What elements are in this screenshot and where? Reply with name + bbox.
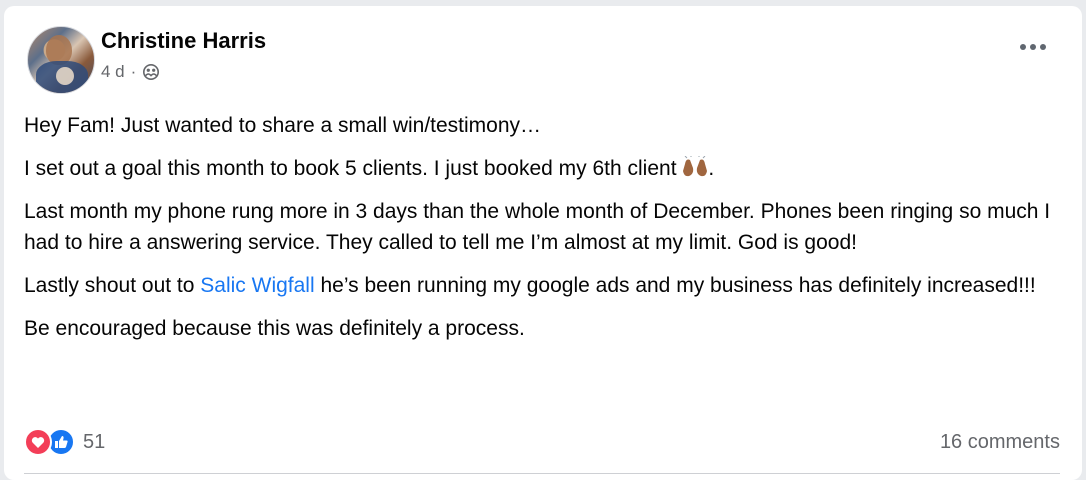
post-time[interactable]: 4 d <box>101 62 125 82</box>
post-meta: 4 d · <box>101 62 160 82</box>
post-card: Christine Harris 4 d · Hey Fam! Just wan… <box>4 6 1082 480</box>
love-icon <box>24 428 52 456</box>
reaction-count: 51 <box>83 430 106 453</box>
comments-count[interactable]: 16 comments <box>940 431 1060 454</box>
post-paragraph-5: Be encouraged because this was definitel… <box>24 317 525 340</box>
reactions-summary[interactable]: 51 <box>24 428 105 456</box>
meta-separator: · <box>130 62 137 81</box>
post-footer: 51 16 comments <box>24 426 1060 458</box>
post-paragraph-3: Last month my phone rung more in 3 days … <box>24 200 1051 254</box>
post-paragraph-1: Hey Fam! Just wanted to share a small wi… <box>24 114 542 137</box>
author-avatar[interactable] <box>27 26 95 94</box>
post-paragraph-2: I set out a goal this month to book 5 cl… <box>24 156 715 180</box>
author-name[interactable]: Christine Harris <box>101 28 266 54</box>
post-body: Hey Fam! Just wanted to share a small wi… <box>24 110 1064 356</box>
footer-divider <box>24 473 1060 474</box>
post-paragraph-4: Lastly shout out to Salic Wigfall he’s b… <box>24 274 1036 297</box>
more-options-icon[interactable] <box>1020 44 1046 50</box>
raising-hands-emoji <box>683 156 708 177</box>
mention-link[interactable]: Salic Wigfall <box>200 274 314 297</box>
friends-icon[interactable] <box>142 63 160 81</box>
